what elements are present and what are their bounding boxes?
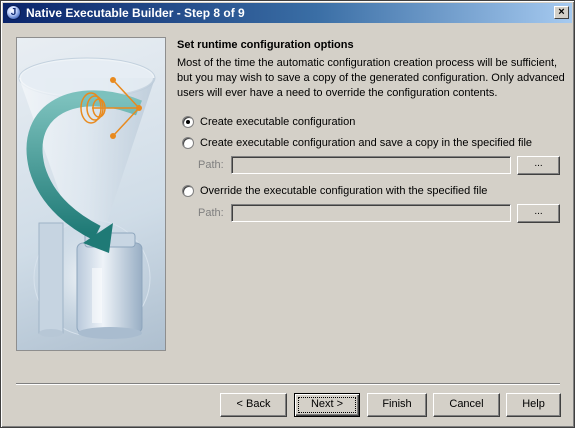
funnel-to-jar-illustration: [18, 57, 156, 339]
help-button[interactable]: Help: [506, 393, 561, 417]
radio-label-create-config: Create executable configuration: [200, 116, 356, 128]
button-separator: [16, 383, 560, 385]
finish-button[interactable]: Finish: [367, 393, 427, 417]
cancel-button[interactable]: Cancel: [433, 393, 500, 417]
focus-rectangle: [298, 397, 356, 413]
radio-create-and-save[interactable]: [182, 137, 194, 149]
browse-override-button[interactable]: ...: [517, 204, 560, 223]
radio-label-override: Override the executable configuration wi…: [200, 185, 488, 197]
back-button[interactable]: < Back: [220, 393, 287, 417]
override-path-field[interactable]: [231, 204, 511, 222]
next-button[interactable]: Next >: [294, 393, 360, 417]
radio-create-config[interactable]: [182, 116, 194, 128]
app-icon[interactable]: J: [6, 5, 21, 20]
radio-label-create-and-save: Create executable configuration and save…: [200, 137, 533, 149]
path-label-save: Path:: [198, 159, 224, 171]
step-heading: Set runtime configuration options: [177, 39, 354, 51]
app-icon-glyph: J: [10, 7, 17, 18]
window-title: Native Executable Builder - Step 8 of 9: [26, 6, 245, 20]
wizard-illustration: [16, 37, 166, 351]
path-label-override: Path:: [198, 207, 224, 219]
radio-override[interactable]: [182, 185, 194, 197]
close-icon[interactable]: ×: [554, 6, 569, 19]
browse-save-button[interactable]: ...: [517, 156, 560, 175]
dialog-window: J Native Executable Builder - Step 8 of …: [0, 0, 575, 428]
step-description: Most of the time the automatic configura…: [177, 57, 565, 99]
title-bar[interactable]: J Native Executable Builder - Step 8 of …: [3, 3, 572, 23]
save-path-field[interactable]: [231, 156, 511, 174]
